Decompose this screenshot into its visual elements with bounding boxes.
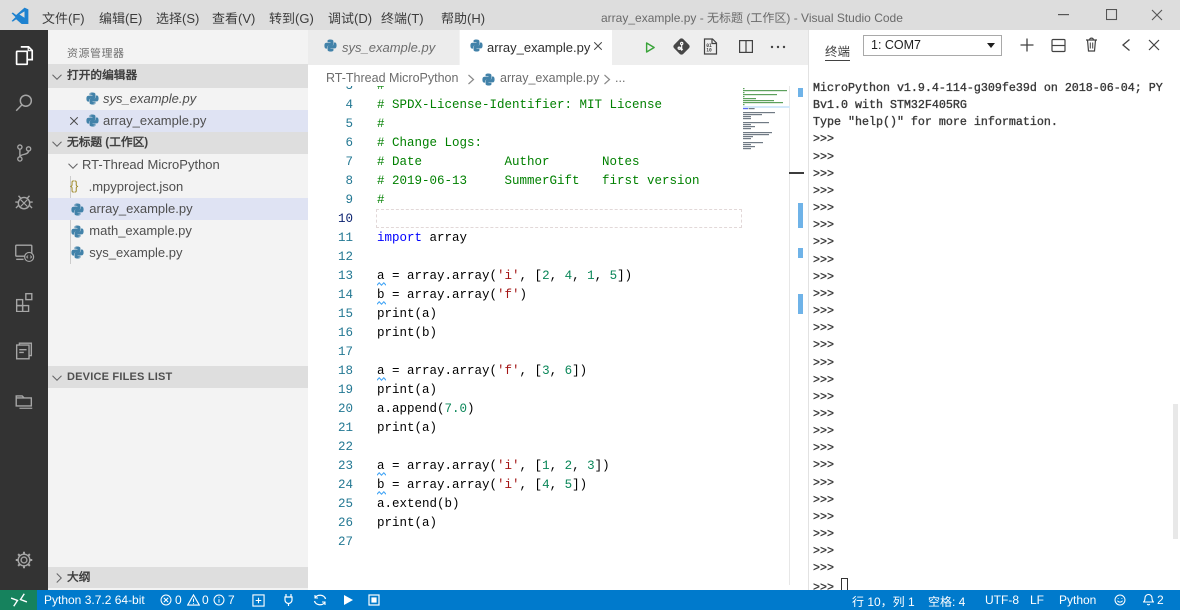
svg-text:10: 10 (706, 48, 712, 54)
